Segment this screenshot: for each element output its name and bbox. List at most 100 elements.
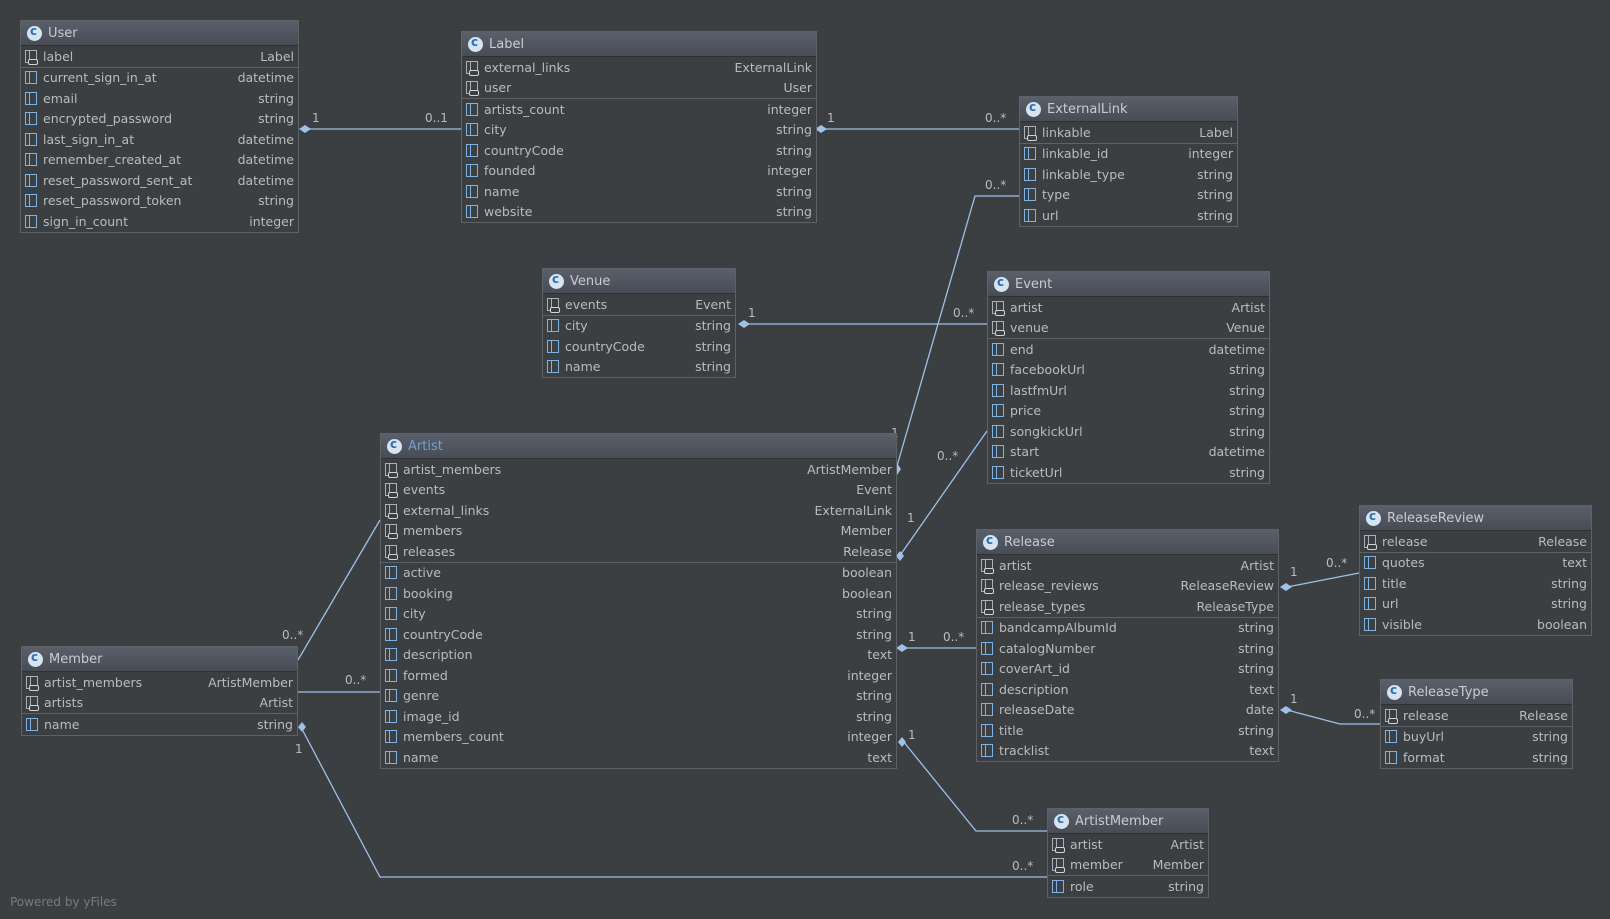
relation-row[interactable]: artist Artist bbox=[1048, 834, 1208, 855]
relation-row[interactable]: release_reviews ReleaseReview bbox=[977, 576, 1278, 597]
relation-row[interactable]: artists Artist bbox=[22, 693, 297, 714]
field-row[interactable]: name string bbox=[462, 181, 816, 202]
field-row[interactable]: linkable_id integer bbox=[1020, 142, 1237, 165]
field-row[interactable]: facebookUrl string bbox=[988, 360, 1269, 381]
class-node-member[interactable]: Member artist_members ArtistMember artists A… bbox=[21, 646, 298, 736]
field-row[interactable]: bandcampAlbumId string bbox=[977, 616, 1278, 639]
field-row[interactable]: start datetime bbox=[988, 442, 1269, 463]
field-row[interactable]: url string bbox=[1360, 594, 1591, 615]
class-header[interactable]: ReleaseType bbox=[1381, 680, 1572, 705]
class-node-label[interactable]: Label external_links ExternalLink user User a… bbox=[461, 31, 817, 223]
field-row[interactable]: current_sign_in_at datetime bbox=[21, 66, 298, 89]
field-row[interactable]: title string bbox=[977, 720, 1278, 741]
edge-release-releasereview[interactable]: 1 0..* bbox=[1280, 556, 1360, 591]
field-row[interactable]: last_sign_in_at datetime bbox=[21, 129, 298, 150]
field-row[interactable]: city string bbox=[462, 120, 816, 141]
field-row[interactable]: sign_in_count integer bbox=[21, 211, 298, 232]
relation-row[interactable]: artist_members ArtistMember bbox=[22, 672, 297, 693]
relation-row[interactable]: releases Release bbox=[381, 541, 896, 562]
class-header[interactable]: Label bbox=[462, 32, 816, 57]
field-row[interactable]: description text bbox=[381, 645, 896, 666]
class-node-externallink[interactable]: ExternalLink linkable Label linkable_id inte… bbox=[1019, 96, 1238, 227]
class-header[interactable]: ReleaseReview bbox=[1360, 506, 1591, 531]
field-row[interactable]: formed integer bbox=[381, 665, 896, 686]
field-row[interactable]: role string bbox=[1048, 875, 1208, 897]
field-row[interactable]: encrypted_password string bbox=[21, 109, 298, 130]
class-header[interactable]: Artist bbox=[381, 434, 896, 459]
class-header[interactable]: ArtistMember bbox=[1048, 809, 1208, 834]
field-row[interactable]: visible boolean bbox=[1360, 614, 1591, 635]
class-node-release[interactable]: Release artist Artist release_reviews Releas… bbox=[976, 529, 1279, 762]
field-row[interactable]: name text bbox=[381, 747, 896, 768]
class-header[interactable]: Member bbox=[22, 647, 297, 672]
edge-artist-release[interactable]: 1 0..* bbox=[896, 630, 976, 652]
field-row[interactable]: quotes text bbox=[1360, 551, 1591, 574]
relation-row[interactable]: artist_members ArtistMember bbox=[381, 459, 896, 480]
field-row[interactable]: image_id string bbox=[381, 706, 896, 727]
field-row[interactable]: buyUrl string bbox=[1381, 725, 1572, 748]
edge-venue-event[interactable]: 1 0..* bbox=[738, 306, 987, 328]
relation-row[interactable]: release Release bbox=[1360, 531, 1591, 552]
field-row[interactable]: catalogNumber string bbox=[977, 638, 1278, 659]
field-row[interactable]: members_count integer bbox=[381, 727, 896, 748]
edge-label-externallink[interactable]: 1 0..* bbox=[815, 111, 1019, 133]
relation-row[interactable]: events Event bbox=[543, 294, 735, 315]
field-row[interactable]: url string bbox=[1020, 205, 1237, 226]
class-node-artist[interactable]: Artist artist_members ArtistMember events Ev… bbox=[380, 433, 897, 769]
field-row[interactable]: price string bbox=[988, 401, 1269, 422]
relation-row[interactable]: label Label bbox=[21, 46, 298, 67]
field-row[interactable]: coverArt_id string bbox=[977, 659, 1278, 680]
field-row[interactable]: type string bbox=[1020, 185, 1237, 206]
class-header[interactable]: ExternalLink bbox=[1020, 97, 1237, 122]
class-node-artistmember[interactable]: ArtistMember artist Artist member Member role… bbox=[1047, 808, 1209, 898]
relation-row[interactable]: events Event bbox=[381, 480, 896, 501]
field-row[interactable]: website string bbox=[462, 202, 816, 223]
field-row[interactable]: songkickUrl string bbox=[988, 421, 1269, 442]
field-row[interactable]: countryCode string bbox=[462, 140, 816, 161]
class-header[interactable]: Release bbox=[977, 530, 1278, 555]
field-row[interactable]: lastfmUrl string bbox=[988, 380, 1269, 401]
field-row[interactable]: genre string bbox=[381, 686, 896, 707]
relation-row[interactable]: user User bbox=[462, 78, 816, 99]
field-row[interactable]: city string bbox=[543, 314, 735, 337]
field-row[interactable]: remember_created_at datetime bbox=[21, 150, 298, 171]
field-row[interactable]: end datetime bbox=[988, 338, 1269, 360]
field-row[interactable]: countryCode string bbox=[543, 336, 735, 357]
class-header[interactable]: User bbox=[21, 21, 298, 46]
relation-row[interactable]: artist Artist bbox=[977, 555, 1278, 576]
field-row[interactable]: releaseDate date bbox=[977, 700, 1278, 721]
field-row[interactable]: format string bbox=[1381, 747, 1572, 768]
class-node-event[interactable]: Event artist Artist venue Venue end datetime fa… bbox=[987, 271, 1270, 484]
field-row[interactable]: tracklist text bbox=[977, 741, 1278, 762]
relation-row[interactable]: release Release bbox=[1381, 705, 1572, 726]
field-row[interactable]: city string bbox=[381, 604, 896, 625]
field-row[interactable]: reset_password_sent_at datetime bbox=[21, 170, 298, 191]
field-row[interactable]: active boolean bbox=[381, 561, 896, 584]
edge-user-label[interactable]: 1 0..1 bbox=[299, 111, 461, 133]
relation-row[interactable]: external_links ExternalLink bbox=[381, 500, 896, 521]
edge-release-releasetype[interactable]: 1 0..* bbox=[1280, 692, 1380, 725]
class-node-releasetype[interactable]: ReleaseTypereleaseReleasebuyUrlstringfor… bbox=[1380, 679, 1573, 769]
class-header[interactable]: Event bbox=[988, 272, 1269, 297]
field-row[interactable]: ticketUrl string bbox=[988, 462, 1269, 483]
class-node-releasereview[interactable]: ReleaseReview release Release quotes text tit… bbox=[1359, 505, 1592, 636]
field-row[interactable]: booking boolean bbox=[381, 583, 896, 604]
field-row[interactable]: name string bbox=[22, 713, 297, 735]
class-header[interactable]: Venue bbox=[543, 269, 735, 294]
field-row[interactable]: linkable_type string bbox=[1020, 164, 1237, 185]
relation-row[interactable]: members Member bbox=[381, 521, 896, 542]
field-row[interactable]: reset_password_token string bbox=[21, 191, 298, 212]
field-row[interactable]: founded integer bbox=[462, 161, 816, 182]
relation-row[interactable]: release_types ReleaseType bbox=[977, 596, 1278, 617]
relation-row[interactable]: venue Venue bbox=[988, 318, 1269, 339]
field-row[interactable]: artists_count integer bbox=[462, 98, 816, 120]
field-row[interactable]: email string bbox=[21, 88, 298, 109]
relation-row[interactable]: linkable Label bbox=[1020, 122, 1237, 143]
field-row[interactable]: countryCode string bbox=[381, 624, 896, 645]
edge-artist-event[interactable]: 1 0..* bbox=[896, 430, 988, 561]
field-row[interactable]: description text bbox=[977, 679, 1278, 700]
relation-row[interactable]: artist Artist bbox=[988, 297, 1269, 318]
field-row[interactable]: title string bbox=[1360, 573, 1591, 594]
class-node-user[interactable]: User label Label current_sign_in_at datetime… bbox=[20, 20, 299, 233]
relation-row[interactable]: external_links ExternalLink bbox=[462, 57, 816, 78]
